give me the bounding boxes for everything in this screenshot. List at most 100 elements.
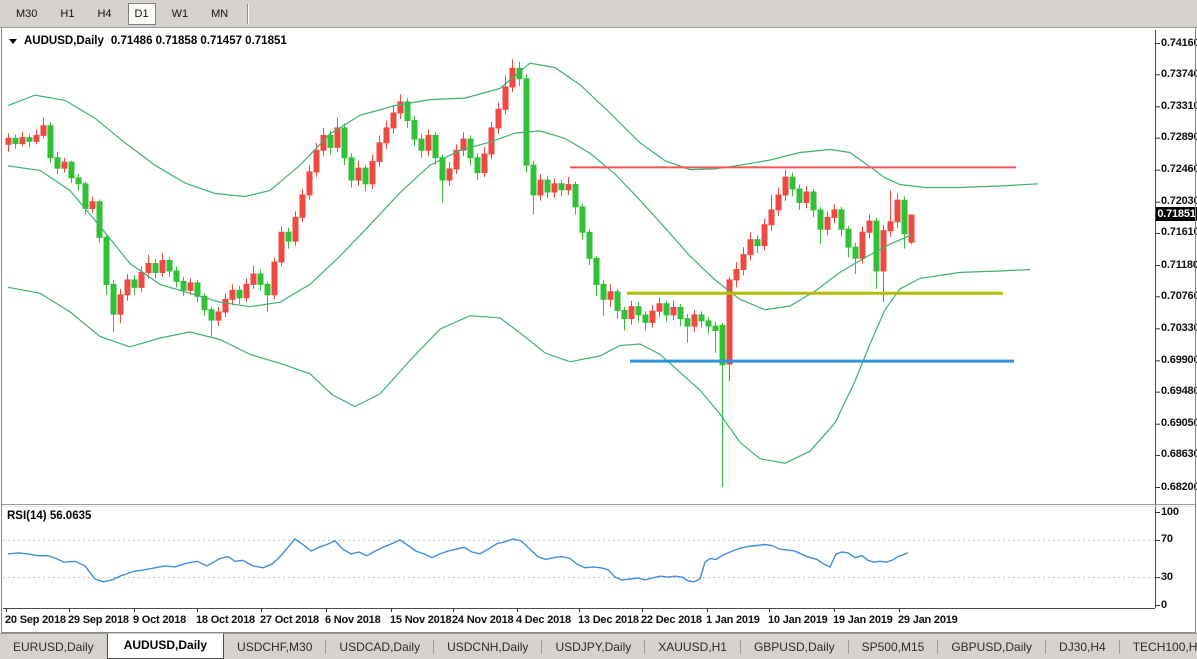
price-axis-label: 0.69480 xyxy=(1161,385,1197,397)
candle-body xyxy=(55,158,60,168)
timeframe-button-mn[interactable]: MN xyxy=(204,3,235,25)
candle-body xyxy=(552,184,557,192)
mt4-terminal: M30 H1 H4 D1 W1 MN AUDUSD,Daily 0.71486 0.718… xyxy=(0,0,1197,659)
price-axis-label: 0.72460 xyxy=(1161,163,1197,175)
candle-body xyxy=(286,232,291,241)
timeframe-toolbar: M30 H1 H4 D1 W1 MN xyxy=(0,0,1197,28)
candle-body xyxy=(62,162,67,168)
candle-body xyxy=(398,102,403,113)
candle-body xyxy=(447,169,452,180)
timeframe-button-w1[interactable]: W1 xyxy=(165,3,196,25)
chart-tab-usdchf-m30[interactable]: USDCHF,M30 xyxy=(224,635,325,659)
candle-body xyxy=(111,284,116,314)
chart-symbol-period: AUDUSD,Daily xyxy=(24,35,104,47)
candle-body xyxy=(209,310,214,320)
timeframe-button-m30[interactable]: M30 xyxy=(9,3,44,25)
date-axis-label: 9 Oct 2018 xyxy=(133,614,186,626)
candle-body xyxy=(300,195,305,217)
candle-body xyxy=(132,280,137,287)
candle-body xyxy=(405,102,410,121)
chart-tab-usdcnh-daily[interactable]: USDCNH,Daily xyxy=(434,635,541,659)
candle-body xyxy=(342,128,347,158)
candle-body xyxy=(6,138,11,144)
date-axis-label: 20 Sep 2018 xyxy=(5,614,66,626)
candle-body xyxy=(657,304,662,311)
price-axis-label: 0.70330 xyxy=(1161,322,1197,334)
chart-tab-xauusd-h1[interactable]: XAUUSD,H1 xyxy=(645,635,740,659)
candle-body xyxy=(230,290,235,299)
candle-body xyxy=(846,229,851,247)
chart-tab-usdcad-daily[interactable]: USDCAD,Daily xyxy=(326,635,433,659)
candle-body xyxy=(279,232,284,262)
candle-body xyxy=(853,247,858,258)
date-axis-label: 29 Jan 2019 xyxy=(898,614,958,626)
candle-body xyxy=(860,232,865,258)
candle-body xyxy=(195,283,200,296)
candle-body xyxy=(377,143,382,162)
price-axis-label: 0.71610 xyxy=(1161,226,1197,238)
candle-body xyxy=(671,307,676,314)
candle-body xyxy=(622,310,627,318)
price-axis-label: 0.69900 xyxy=(1161,354,1197,366)
candle-body xyxy=(314,150,319,172)
rsi-axis-label: 30 xyxy=(1161,571,1173,583)
price-axis-label: 0.73740 xyxy=(1161,68,1197,80)
chart-ohlc-values: 0.71486 0.71858 0.71457 0.71851 xyxy=(111,35,287,47)
price-chart-canvas[interactable] xyxy=(0,0,1197,659)
candle-body xyxy=(41,126,46,136)
date-axis-label: 13 Dec 2018 xyxy=(578,614,639,626)
candle-body xyxy=(363,168,368,184)
date-axis-label: 29 Sep 2018 xyxy=(68,614,129,626)
candle-body xyxy=(433,135,438,157)
candle-body xyxy=(699,315,704,321)
candle-body xyxy=(531,165,536,195)
candle-body xyxy=(328,135,333,147)
rsi-axis-label: 0 xyxy=(1161,599,1167,611)
candle-body xyxy=(104,237,109,284)
candle-body xyxy=(426,135,431,150)
candle-body xyxy=(237,290,242,297)
candle-body xyxy=(503,87,508,109)
current-price-badge: 0.71851 xyxy=(1156,207,1197,221)
price-axis-label: 0.72890 xyxy=(1161,131,1197,143)
rsi-line xyxy=(8,539,908,582)
candle-body xyxy=(874,221,879,271)
candle-body xyxy=(839,210,844,229)
candle-body xyxy=(580,207,585,232)
candle-body xyxy=(748,240,753,255)
chart-tab-audusd-daily[interactable]: AUDUSD,Daily xyxy=(107,633,224,659)
date-axis-label: 6 Nov 2018 xyxy=(325,614,380,626)
candle-body xyxy=(867,221,872,232)
timeframe-button-d1[interactable]: D1 xyxy=(128,3,156,25)
price-axis-label: 0.71180 xyxy=(1161,259,1197,271)
candle-body xyxy=(909,215,914,242)
candle-body xyxy=(482,154,487,173)
chart-tab-gbpusd-daily[interactable]: GBPUSD,Daily xyxy=(741,635,848,659)
price-axis-label: 0.73310 xyxy=(1161,100,1197,112)
timeframe-button-h1[interactable]: H1 xyxy=(53,3,81,25)
chart-tab-tech100-h1[interactable]: TECH100,H1 xyxy=(1120,635,1197,659)
candle-body xyxy=(545,180,550,192)
title-dropdown-icon[interactable] xyxy=(9,39,17,44)
chart-tab-dj30-h4[interactable]: DJ30,H4 xyxy=(1046,635,1119,659)
candle-body xyxy=(188,283,193,290)
timeframe-button-h4[interactable]: H4 xyxy=(90,3,118,25)
candle-body xyxy=(83,184,88,209)
chart-tab-usdjpy-daily[interactable]: USDJPY,Daily xyxy=(542,635,644,659)
chart-tab-eurusd-daily[interactable]: EURUSD,Daily xyxy=(0,635,107,659)
candle-body xyxy=(349,158,354,180)
candle-body xyxy=(538,180,543,195)
candle-body xyxy=(762,225,767,246)
date-axis-label: 19 Jan 2019 xyxy=(833,614,893,626)
candle-body xyxy=(412,120,417,139)
candle-body xyxy=(216,312,221,320)
candle-body xyxy=(20,138,25,144)
candle-body xyxy=(76,178,81,184)
date-axis-label: 22 Dec 2018 xyxy=(641,614,702,626)
rsi-axis-label: 70 xyxy=(1161,533,1173,545)
candle-body xyxy=(251,274,256,284)
candle-body xyxy=(496,109,501,128)
chart-tab-sp500-m15[interactable]: SP500,M15 xyxy=(849,635,938,659)
chart-tab-gbpusd-daily[interactable]: GBPUSD,Daily xyxy=(938,635,1045,659)
price-axis-label: 0.70760 xyxy=(1161,290,1197,302)
